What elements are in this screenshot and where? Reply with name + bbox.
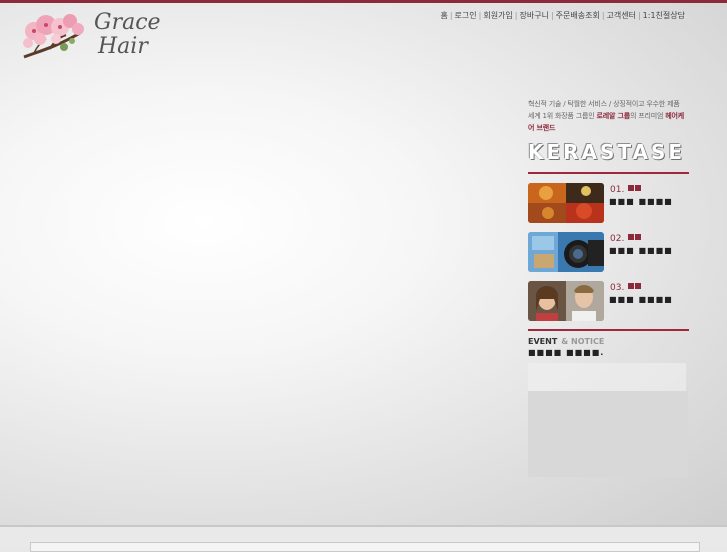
right-panel: 혁신적 기술 / 탁월한 서비스 / 상징적이고 우수한 제품 세계 1위 화장…: [528, 98, 689, 357]
nav-cart[interactable]: 장바구니: [517, 11, 550, 20]
top-nav: 홈 | 로그인 | 회원가입 | 장바구니 | 주문배송조회 | 고객센터 | 1:1친절상담: [438, 11, 687, 20]
tagline-line1: 혁신적 기술 / 탁월한 서비스 / 상징적이고 우수한 제품: [528, 100, 680, 108]
main-area: Grace Hair 홈 | 로그인 | 회원가입 | 장바구니 | 주문배송조회 | 고객센터 | 1…: [0, 3, 727, 525]
logo-line1: Grace: [94, 10, 161, 35]
divider: [528, 329, 689, 331]
feature-item-1[interactable]: 01. ■■■ ■■■■: [528, 183, 689, 223]
brand-name[interactable]: KERASTASE: [528, 140, 689, 164]
nav-consultation[interactable]: 1:1친절상담: [641, 11, 687, 20]
feature-number: 03.: [610, 283, 642, 293]
feature-title: ■■■ ■■■■: [609, 197, 673, 206]
cherry-blossom-icon: [23, 14, 84, 59]
logo[interactable]: Grace Hair: [20, 11, 170, 65]
event-notice-heading[interactable]: EVENT & NOTICE: [528, 337, 689, 346]
event-notice-item[interactable]: ■■■■ ■■■■.: [528, 348, 689, 357]
logo-text: Grace Hair: [94, 11, 161, 59]
feature-title: ■■■ ■■■■: [609, 246, 673, 255]
feature-item-3[interactable]: 03. ■■■ ■■■■: [528, 281, 689, 321]
nav-home[interactable]: 홈: [438, 11, 449, 20]
feature-title: ■■■ ■■■■: [609, 295, 673, 304]
feature-number: 01.: [610, 185, 642, 195]
nav-login[interactable]: 로그인: [453, 11, 479, 20]
people-thumbnail: [528, 281, 604, 321]
camera-thumbnail: [528, 232, 604, 272]
nav-join[interactable]: 회원가입: [481, 11, 514, 20]
footer-bar: [30, 542, 700, 552]
footer: [0, 525, 727, 552]
tagline-line2: 세계 1위 화장품 그룹인 로레알 그룹의 프리미엄 헤어케어 브랜드: [528, 112, 684, 132]
nav-customer-center[interactable]: 고객센터: [605, 11, 638, 20]
feature-item-2[interactable]: 02. ■■■ ■■■■: [528, 232, 689, 272]
food-thumbnail: [528, 183, 604, 223]
promo-tagline: 혁신적 기술 / 탁월한 서비스 / 상징적이고 우수한 제품 세계 1위 화장…: [528, 98, 689, 134]
logo-line2: Hair: [98, 34, 148, 59]
banner-placeholder: [528, 391, 688, 477]
divider: [528, 172, 689, 174]
nav-order-tracking[interactable]: 주문배송조회: [554, 11, 602, 20]
banner-strip: [528, 363, 686, 391]
feature-number: 02.: [610, 234, 642, 244]
